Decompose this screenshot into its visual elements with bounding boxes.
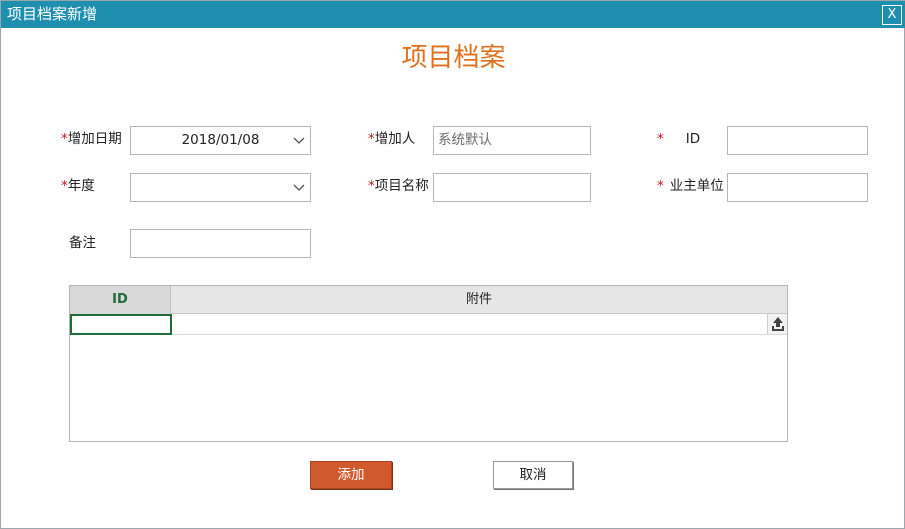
table-row[interactable] [70,314,787,335]
required-mark: * [61,178,68,194]
required-mark: * [657,131,664,147]
add-date-value: 2018/01/08 [181,132,260,148]
dialog-window: 项目档案新增 X 项目档案 *增加日期 2018/01/08 *增加人 系统默认… [0,0,905,529]
add-date-select[interactable]: 2018/01/08 [130,126,311,155]
id-label: * ID [657,131,701,147]
owner-unit-label: * 业主单位 [657,178,724,194]
add-button[interactable]: 添加 [310,461,392,489]
required-mark: * [61,131,68,147]
grid-header: ID 附件 [70,286,787,314]
adder-field: 系统默认 [433,126,591,155]
cell-id[interactable] [70,314,172,335]
required-mark: * [657,178,664,194]
id-input[interactable] [727,126,868,155]
page-heading: 项目档案 [401,43,506,73]
title-bar: 项目档案新增 X [1,1,905,28]
remark-input[interactable] [130,229,311,258]
project-name-input[interactable] [433,173,591,202]
close-button[interactable]: X [882,5,902,25]
owner-unit-input[interactable] [727,173,868,202]
window-title: 项目档案新增 [7,5,98,23]
required-mark: * [368,131,375,147]
upload-icon [772,317,784,331]
upload-button[interactable] [767,314,787,334]
adder-label: *增加人 [368,131,416,147]
year-label: *年度 [61,178,95,194]
year-select[interactable] [130,173,311,202]
chevron-down-icon [293,137,305,144]
project-name-label: *项目名称 [368,178,429,194]
remark-label: 备注 [69,235,96,251]
chevron-down-icon [293,184,305,191]
add-date-label: *增加日期 [61,131,122,147]
attachment-grid: ID 附件 [69,285,788,442]
cancel-button[interactable]: 取消 [493,461,573,489]
column-header-id[interactable]: ID [70,286,171,314]
cell-attachment[interactable] [172,314,768,335]
required-mark: * [368,178,375,194]
column-header-attachment[interactable]: 附件 [171,286,787,314]
